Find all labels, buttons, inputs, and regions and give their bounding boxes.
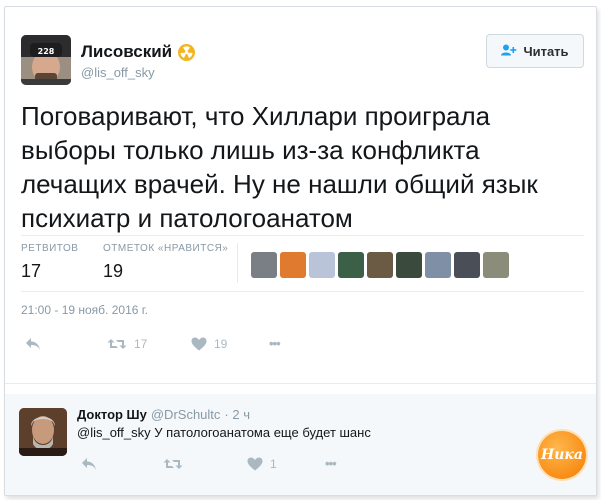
reply-avatar[interactable]: [19, 408, 67, 456]
retweet-icon: [107, 338, 127, 349]
stats-bottom-divider: [21, 291, 584, 292]
watermark-text: Ника: [541, 447, 583, 463]
retweet-icon: [163, 458, 183, 469]
reply-header: Доктор Шу @DrSchultc · 2 ч: [77, 407, 250, 422]
reply-author-handle[interactable]: @DrSchultc: [151, 407, 221, 422]
reply-avatar-image: [19, 408, 67, 456]
retweet-button[interactable]: 17: [107, 337, 191, 351]
reply-body: У патологоанатома еще будет шанс: [154, 425, 371, 440]
reply-actions: 1 •••: [81, 456, 337, 471]
liker-avatar[interactable]: [483, 252, 509, 278]
like-count: 19: [214, 336, 228, 351]
author-handle[interactable]: @lis_off_sky: [81, 65, 155, 80]
tweet-timestamp[interactable]: 21:00 - 19 нояб. 2016 г.: [21, 303, 148, 317]
stats-top-divider: [21, 235, 584, 236]
more-icon: •••: [269, 336, 281, 351]
liker-avatar[interactable]: [367, 252, 393, 278]
reply-time[interactable]: · 2 ч: [224, 407, 250, 422]
liker-avatar[interactable]: [251, 252, 277, 278]
reply-divider: [5, 383, 596, 384]
more-icon: •••: [325, 456, 337, 471]
reply-reply-button[interactable]: [81, 457, 163, 471]
tweet-card: 228 Лисовский @lis_off_sky Читать Погова…: [4, 6, 597, 496]
watermark-logo: Ника: [538, 431, 586, 479]
author-name[interactable]: Лисовский: [81, 42, 172, 62]
reply-author-name[interactable]: Доктор Шу: [77, 407, 147, 422]
liker-avatar[interactable]: [425, 252, 451, 278]
liker-avatar[interactable]: [396, 252, 422, 278]
like-button[interactable]: 19: [191, 337, 269, 351]
avatar-cap-text: 228: [38, 47, 55, 56]
author-avatar-image: 228: [21, 35, 71, 85]
liker-avatar[interactable]: [309, 252, 335, 278]
reply-like-count: 1: [270, 456, 277, 471]
liker-avatar[interactable]: [338, 252, 364, 278]
heart-icon: [247, 457, 263, 470]
author-avatar[interactable]: 228: [21, 35, 71, 85]
author-name-row[interactable]: Лисовский: [81, 42, 196, 62]
retweets-label[interactable]: РЕТВИТОВ: [21, 243, 78, 254]
reply-text: @lis_off_sky У патологоанатома еще будет…: [77, 425, 371, 440]
likes-value[interactable]: 19: [103, 261, 123, 282]
tweet-actions: 17 19 •••: [25, 336, 281, 351]
tweet-text: Поговаривают, что Хиллари проиграла выбо…: [21, 101, 538, 233]
heart-icon: [191, 337, 207, 350]
reply-icon: [82, 457, 96, 470]
retweets-value[interactable]: 17: [21, 261, 41, 282]
reply-icon: [26, 337, 40, 350]
reply-more-button[interactable]: •••: [325, 456, 337, 471]
reply-mention[interactable]: @lis_off_sky: [77, 425, 151, 440]
follow-button-label: Читать: [523, 43, 569, 59]
reply-like-button[interactable]: 1: [247, 457, 325, 471]
stats-separator: [237, 243, 238, 283]
reply-tweet: Доктор Шу @DrSchultc · 2 ч @lis_off_sky …: [5, 394, 596, 495]
likers-avatars: [251, 252, 509, 278]
follow-button[interactable]: Читать: [486, 34, 584, 68]
more-button[interactable]: •••: [269, 336, 281, 351]
likes-label[interactable]: ОТМЕТОК «НРАВИТСЯ»: [103, 243, 228, 254]
reply-retweet-button[interactable]: [163, 457, 247, 471]
retweet-count: 17: [134, 336, 148, 351]
liker-avatar[interactable]: [280, 252, 306, 278]
reply-button[interactable]: [25, 337, 107, 351]
follow-user-icon: [501, 44, 517, 59]
liker-avatar[interactable]: [454, 252, 480, 278]
radiation-badge-icon: [178, 43, 196, 61]
